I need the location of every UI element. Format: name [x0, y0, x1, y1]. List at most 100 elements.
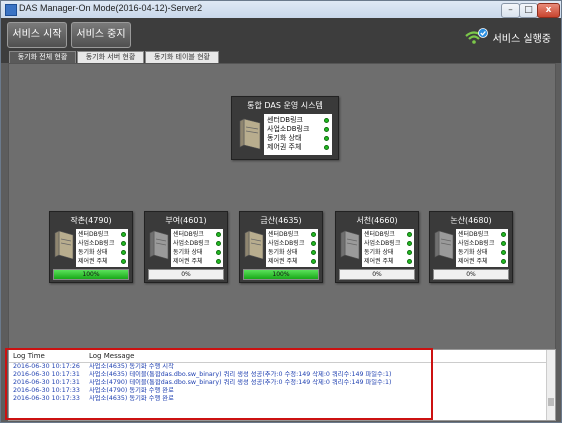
status-led: [407, 259, 412, 264]
main-system-title: 통합 DAS 운영 시스템: [247, 101, 323, 110]
sync-progress-bar: 0%: [148, 269, 224, 280]
server-status-box: 센터DB링크 사업소DB링크 동기화 상태 제어권 주체: [456, 229, 508, 267]
close-button[interactable]: x: [537, 3, 560, 18]
tab-overall-status[interactable]: 동기화 전체 현황: [9, 51, 76, 63]
server-status-item: 센터DB링크: [173, 230, 221, 239]
server-card-geumsan[interactable]: 금산(4635) 센터DB링크 사업소DB링크 동기화 상태 제어권 주체 100%: [239, 211, 323, 283]
scroll-thumb[interactable]: [548, 398, 554, 406]
server-status-item: 동기화 상태: [268, 248, 316, 257]
service-stop-button[interactable]: 서비스 중지: [71, 22, 131, 48]
server-icon: [238, 117, 262, 155]
status-led: [311, 241, 316, 246]
server-icon: [433, 229, 455, 265]
status-panel: 통합 DAS 운영 시스템 센터DB링크 사업소DB링크 동기화 상태 제어권 …: [8, 63, 556, 350]
server-status-box: 센터DB링크 사업소DB링크 동기화 상태 제어권 주체: [266, 229, 318, 267]
server-status-item: 제어권 주체: [173, 257, 221, 266]
service-start-button[interactable]: 서비스 시작: [7, 22, 67, 48]
maximize-button[interactable]: □: [519, 3, 538, 18]
status-led: [324, 118, 329, 123]
wifi-check-icon: [464, 28, 488, 44]
tab-table-status[interactable]: 동기화 테이블 현황: [145, 51, 219, 63]
sync-progress-bar: 100%: [53, 269, 129, 280]
server-status-item: 동기화 상태: [173, 248, 221, 257]
minimize-button[interactable]: –: [501, 3, 520, 18]
progress-label: 0%: [181, 271, 191, 278]
server-name: 부여(4601): [165, 216, 207, 225]
server-status-item: 제어권 주체: [268, 257, 316, 266]
server-name: 작촌(4790): [70, 216, 112, 225]
server-status-item: 제어권 주체: [364, 257, 412, 266]
window-title: DAS Manager-On Mode(2016-04-12)-Server2: [19, 3, 203, 13]
service-status: 서비스 실행중: [463, 27, 551, 47]
main-item-office-db: 사업소DB링크: [267, 125, 329, 134]
server-status-item: 사업소DB링크: [78, 239, 126, 248]
server-status-item: 동기화 상태: [458, 248, 506, 257]
server-icon: [53, 229, 75, 265]
server-status-box: 센터DB링크 사업소DB링크 동기화 상태 제어권 주체: [362, 229, 414, 267]
status-led: [216, 250, 221, 255]
server-card-jakchon[interactable]: 작촌(4790) 센터DB링크 사업소DB링크 동기화 상태 제어권 주체 100%: [49, 211, 133, 283]
title-bar: DAS Manager-On Mode(2016-04-12)-Server2 …: [1, 1, 561, 19]
tab-bar: 동기화 전체 현황 동기화 서버 현황 동기화 테이블 현황: [1, 50, 561, 63]
progress-label: 0%: [372, 271, 382, 278]
server-status-item: 사업소DB링크: [364, 239, 412, 248]
server-status-item: 동기화 상태: [78, 248, 126, 257]
server-status-box: 센터DB링크 사업소DB링크 동기화 상태 제어권 주체: [76, 229, 128, 267]
status-led: [407, 232, 412, 237]
sync-progress-bar: 0%: [339, 269, 415, 280]
status-led: [324, 145, 329, 150]
status-led: [216, 232, 221, 237]
server-icon: [243, 229, 265, 265]
log-scrollbar[interactable]: [546, 350, 555, 420]
server-status-item: 사업소DB링크: [268, 239, 316, 248]
progress-label: 100%: [272, 271, 290, 278]
status-led: [311, 259, 316, 264]
status-led: [216, 241, 221, 246]
server-icon: [148, 229, 170, 265]
status-led: [501, 232, 506, 237]
server-name: 서천(4660): [356, 216, 398, 225]
main-item-center-db: 센터DB링크: [267, 116, 329, 125]
toolbar: 서비스 시작 서비스 중지 서비스 실행중: [1, 18, 561, 50]
status-led: [311, 250, 316, 255]
server-card-nonsan[interactable]: 논산(4680) 센터DB링크 사업소DB링크 동기화 상태 제어권 주체 0%: [429, 211, 513, 283]
status-led: [407, 241, 412, 246]
status-led: [324, 136, 329, 141]
log-highlight-box: [5, 348, 433, 420]
server-status-item: 사업소DB링크: [458, 239, 506, 248]
server-status-item: 센터DB링크: [364, 230, 412, 239]
server-name: 금산(4635): [260, 216, 302, 225]
status-led: [121, 232, 126, 237]
sync-progress-bar: 100%: [243, 269, 319, 280]
server-status-item: 사업소DB링크: [173, 239, 221, 248]
server-status-item: 센터DB링크: [268, 230, 316, 239]
status-led: [501, 259, 506, 264]
status-led: [121, 241, 126, 246]
status-led: [501, 241, 506, 246]
main-item-control: 제어권 주체: [267, 143, 329, 152]
server-status-item: 동기화 상태: [364, 248, 412, 257]
progress-label: 0%: [466, 271, 476, 278]
tab-server-status[interactable]: 동기화 서버 현황: [77, 51, 144, 63]
status-led: [121, 250, 126, 255]
progress-label: 100%: [82, 271, 100, 278]
status-led: [324, 127, 329, 132]
status-led: [216, 259, 221, 264]
status-led: [501, 250, 506, 255]
server-status-item: 센터DB링크: [458, 230, 506, 239]
server-status-item: 제어권 주체: [78, 257, 126, 266]
main-item-sync-state: 동기화 상태: [267, 134, 329, 143]
server-status-item: 제어권 주체: [458, 257, 506, 266]
status-led: [407, 250, 412, 255]
sync-progress-bar: 0%: [433, 269, 509, 280]
status-led: [311, 232, 316, 237]
app-icon: [5, 4, 17, 16]
server-card-buyeo[interactable]: 부여(4601) 센터DB링크 사업소DB링크 동기화 상태 제어권 주체 0%: [144, 211, 228, 283]
main-system-card: 통합 DAS 운영 시스템 센터DB링크 사업소DB링크 동기화 상태 제어권 …: [231, 96, 339, 160]
service-status-label: 서비스 실행중: [492, 33, 551, 45]
server-status-item: 센터DB링크: [78, 230, 126, 239]
status-led: [121, 259, 126, 264]
server-status-box: 센터DB링크 사업소DB링크 동기화 상태 제어권 주체: [171, 229, 223, 267]
server-card-seocheon[interactable]: 서천(4660) 센터DB링크 사업소DB링크 동기화 상태 제어권 주체 0%: [335, 211, 419, 283]
server-name: 논산(4680): [450, 216, 492, 225]
